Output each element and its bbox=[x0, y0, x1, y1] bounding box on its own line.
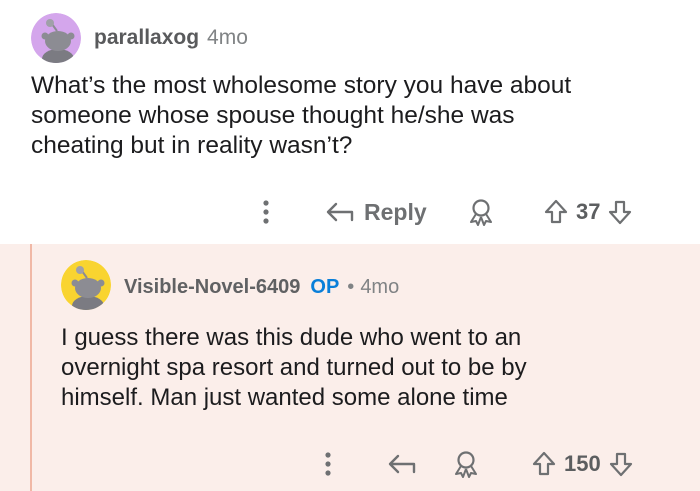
reply-label: Reply bbox=[364, 198, 427, 225]
comment-body-line: cheating but in reality wasn’t? bbox=[31, 132, 353, 159]
op-badge: OP bbox=[310, 276, 340, 298]
comment-meta: parallaxog 4mo bbox=[94, 26, 248, 50]
comment-meta: Visible-Novel-6409 OP • 4mo bbox=[124, 276, 399, 299]
comment-actions: 150 bbox=[0, 444, 700, 484]
comment-actions: Reply 37 bbox=[0, 192, 700, 232]
user-avatar[interactable] bbox=[31, 13, 81, 63]
username[interactable]: Visible-Novel-6409 bbox=[124, 276, 300, 299]
award-button[interactable] bbox=[468, 192, 494, 232]
downvote-icon[interactable] bbox=[609, 451, 633, 477]
comment-body-line: I guess there was this dude who went to … bbox=[61, 324, 522, 351]
comment-body-line: overnight spa resort and turned out to b… bbox=[61, 354, 527, 381]
upvote-icon[interactable] bbox=[544, 199, 568, 225]
comment-body-line: someone whose spouse thought he/she was bbox=[31, 102, 515, 129]
comment-parallaxog: parallaxog 4mo What’s the most wholesome… bbox=[0, 0, 700, 244]
snoo-avatar-icon bbox=[61, 260, 111, 310]
vote-controls: 37 bbox=[544, 192, 632, 232]
comment-body: I guess there was this dude who went to … bbox=[61, 323, 527, 413]
more-options-icon bbox=[325, 452, 331, 476]
comment-body: What’s the most wholesome story you have… bbox=[31, 71, 571, 161]
award-icon bbox=[455, 451, 477, 478]
user-avatar[interactable] bbox=[61, 260, 111, 310]
downvote-icon[interactable] bbox=[608, 199, 632, 225]
vote-score: 37 bbox=[576, 199, 601, 224]
comment-body-line: What’s the most wholesome story you have… bbox=[31, 72, 572, 99]
reply-button[interactable]: Reply bbox=[326, 192, 427, 232]
snoo-avatar-icon bbox=[31, 13, 81, 63]
comment-body-line: himself. Man just wanted some alone time bbox=[61, 384, 508, 411]
more-options-button[interactable] bbox=[256, 192, 276, 232]
reply-arrow-icon bbox=[388, 454, 416, 474]
meta-separator: • bbox=[347, 276, 355, 298]
username[interactable]: parallaxog bbox=[94, 26, 199, 50]
comment-age: 4mo bbox=[207, 26, 248, 49]
reply-button[interactable] bbox=[388, 444, 416, 484]
reply-arrow-icon bbox=[326, 202, 354, 222]
comment-reply-visible-novel: Visible-Novel-6409 OP • 4mo I guess ther… bbox=[0, 244, 700, 491]
more-options-icon bbox=[263, 200, 269, 224]
vote-controls: 150 bbox=[532, 444, 633, 484]
upvote-icon[interactable] bbox=[532, 451, 556, 477]
comment-age: 4mo bbox=[360, 276, 400, 298]
award-icon bbox=[470, 199, 492, 226]
vote-score: 150 bbox=[564, 451, 601, 476]
more-options-button[interactable] bbox=[318, 444, 338, 484]
award-button[interactable] bbox=[453, 444, 479, 484]
